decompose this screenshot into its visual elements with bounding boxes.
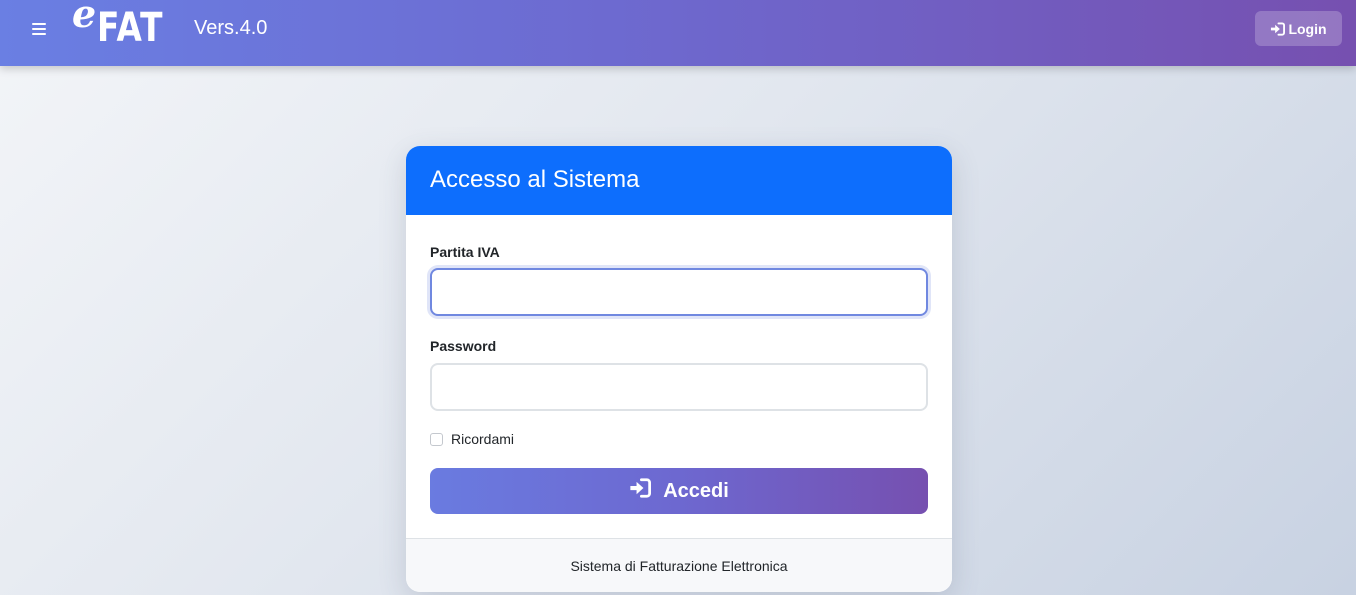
login-button[interactable]: Login bbox=[1255, 11, 1342, 46]
login-button-label: Login bbox=[1288, 20, 1327, 37]
card-footer: Sistema di Fatturazione Elettronica bbox=[406, 538, 952, 592]
remember-me-label[interactable]: Ricordami bbox=[451, 431, 514, 447]
top-navbar: e FAT Vers.4.0 Login bbox=[0, 0, 1356, 66]
sign-in-icon bbox=[1270, 21, 1286, 36]
version-label: Vers.4.0 bbox=[194, 17, 268, 39]
partita-iva-label: Partita IVA bbox=[430, 244, 500, 260]
password-input[interactable] bbox=[430, 363, 928, 411]
accedi-button[interactable]: Accedi bbox=[430, 468, 928, 514]
remember-me-checkbox[interactable] bbox=[430, 432, 443, 446]
partita-iva-input[interactable] bbox=[430, 268, 928, 316]
login-card: Accesso al Sistema Partita IVA Password … bbox=[406, 146, 952, 592]
accedi-button-label: Accedi bbox=[663, 479, 729, 502]
footer-text: Sistema di Fatturazione Elettronica bbox=[570, 558, 788, 574]
password-label: Password bbox=[430, 338, 497, 354]
sign-in-icon bbox=[629, 478, 652, 504]
logo-prefix: e bbox=[72, 0, 97, 36]
remember-me: Ricordami bbox=[430, 431, 514, 447]
logo-main: FAT bbox=[97, 5, 164, 51]
card-header: Accesso al Sistema bbox=[406, 146, 952, 215]
hamburger-icon[interactable] bbox=[30, 20, 48, 38]
card-title: Accesso al Sistema bbox=[430, 166, 640, 193]
